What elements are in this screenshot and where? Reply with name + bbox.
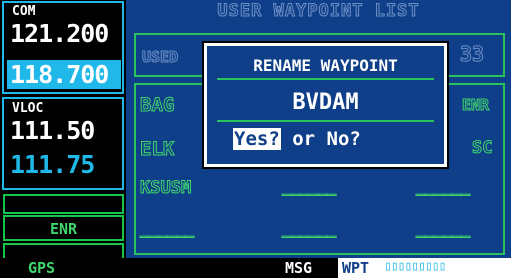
confirm-prompt: Yes? or No? — [233, 128, 361, 150]
list-item-col2: ______ — [415, 220, 471, 239]
page-group-label: WPT — [342, 259, 370, 277]
list-item-col1: ______ — [281, 178, 337, 197]
list-item[interactable]: ______ — [139, 220, 194, 239]
cdi-box — [3, 194, 124, 214]
list-item[interactable]: ELK — [139, 138, 174, 161]
or-text: or — [280, 128, 327, 150]
status-bar: GPS MSG WPT ▯▯▯▯▯▯▯▯▯ — [0, 258, 511, 278]
dialog-divider — [217, 120, 434, 122]
waypoint-name: BVDAM — [292, 90, 359, 115]
list-item-suffix: ENR — [461, 96, 490, 115]
vloc-standby-frequency[interactable]: 111.75 — [10, 150, 95, 179]
mode-box: ENR — [3, 215, 124, 241]
list-item[interactable]: KSUSM — [139, 178, 191, 199]
used-count: 33 — [459, 42, 485, 67]
used-label: USED — [141, 48, 179, 67]
page-group-indicator: WPT ▯▯▯▯▯▯▯▯▯ — [338, 258, 511, 278]
mode-label: ENR — [49, 220, 78, 238]
dialog-divider — [217, 78, 434, 80]
list-item-col1: ______ — [281, 220, 337, 239]
list-item-col2: ______ — [415, 178, 471, 197]
gps-box — [3, 243, 124, 258]
vloc-window: VLOC 111.50 111.75 — [2, 97, 124, 190]
com-active-frequency[interactable]: 118.700 — [7, 60, 121, 89]
gps-annunciator: GPS — [28, 259, 56, 277]
list-item-suffix: SC — [471, 138, 493, 159]
vloc-label: VLOC — [12, 101, 44, 116]
com-window: COM 121.200 118.700 — [2, 1, 124, 94]
rename-waypoint-dialog: RENAME WAYPOINT BVDAM Yes? or No? — [202, 41, 449, 169]
vloc-active-frequency[interactable]: 111.50 — [10, 116, 95, 145]
dialog-title: RENAME WAYPOINT — [253, 56, 398, 75]
page-title: USER WAYPOINT LIST — [217, 1, 420, 22]
msg-annunciator[interactable]: MSG — [285, 259, 312, 277]
com-standby-frequency[interactable]: 121.200 — [10, 19, 109, 48]
yes-button[interactable]: Yes? — [233, 128, 281, 150]
no-button[interactable]: No? — [327, 128, 361, 150]
list-item[interactable]: BAG — [139, 94, 174, 117]
com-label: COM — [12, 4, 36, 19]
page-dots: ▯▯▯▯▯▯▯▯▯ — [384, 259, 446, 274]
